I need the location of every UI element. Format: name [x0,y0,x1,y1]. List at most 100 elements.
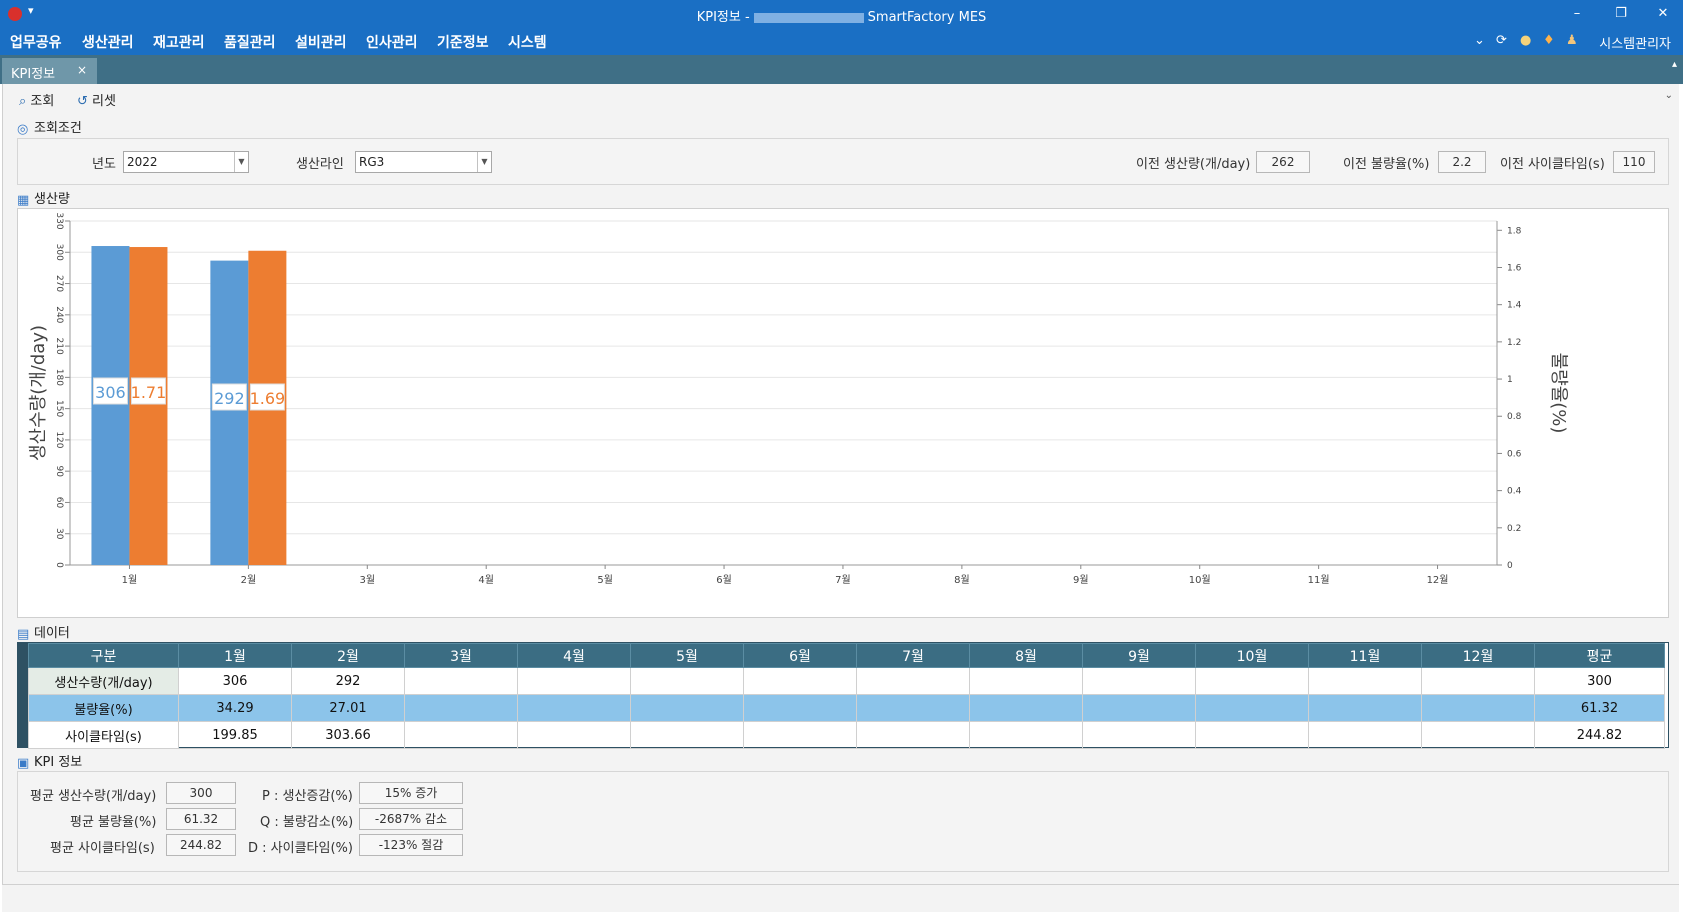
table-cell[interactable] [969,667,1083,695]
table-cell[interactable] [743,667,857,695]
header-category[interactable]: 구분 [28,643,179,668]
table-cell[interactable]: 300 [1534,667,1665,695]
refresh-icon[interactable]: ⟳ [1496,33,1507,48]
y2-tick-label: 1.2 [1507,338,1521,348]
table-cell[interactable] [1195,721,1309,749]
menu-item-equipment[interactable]: 설비관리 [295,32,347,52]
tab-kpi-info[interactable]: KPI정보 × [2,58,97,84]
table-cell[interactable] [1421,721,1535,749]
reset-button[interactable]: ↺ 리셋 [77,90,116,109]
table-cell[interactable]: 292 [291,667,405,695]
tab-close-icon[interactable]: × [77,63,87,77]
table-row[interactable]: 사이클타임(s) 199.85 303.66 244.82 [28,721,1665,749]
d-label: D : 사이클타임(%) [248,841,353,856]
info-icon: ▣ [17,756,30,771]
year-label: 년도 [92,157,116,172]
table-cell[interactable] [856,667,970,695]
header-month[interactable]: 3월 [404,643,518,668]
table-cell[interactable] [404,721,518,749]
table-cell[interactable] [743,721,857,749]
table-cell[interactable]: 303.66 [291,721,405,749]
table-cell[interactable] [1421,667,1535,695]
table-cell[interactable] [630,694,744,722]
p-label: P : 생산증감(%) [262,789,353,804]
table-cell[interactable] [517,721,631,749]
y2-axis-title: 불량율(%) [1548,353,1569,434]
table-cell[interactable]: 244.82 [1534,721,1665,749]
production-bar [210,260,249,565]
table-cell[interactable] [969,694,1083,722]
restore-button[interactable]: ❐ [1606,3,1636,25]
cycle-time-row-label[interactable]: 사이클타임(s) [28,721,179,749]
table-cell[interactable] [404,694,518,722]
header-month[interactable]: 5월 [630,643,744,668]
table-cell[interactable]: 61.32 [1534,694,1665,722]
menu-item-system[interactable]: 시스템 [508,32,547,52]
header-month[interactable]: 1월 [178,643,292,668]
table-cell[interactable]: 27.01 [291,694,405,722]
avg-cycle-label: 평균 사이클타임(s) [50,841,155,856]
line-select[interactable]: RG3 ▼ [355,151,492,173]
table-cell[interactable] [856,721,970,749]
menu-item-quality[interactable]: 품질관리 [224,32,276,52]
table-cell[interactable]: 199.85 [178,721,292,749]
table-row[interactable]: 생산수량(개/day) 306 292 300 [28,667,1665,695]
header-month[interactable]: 10월 [1195,643,1309,668]
table-cell[interactable] [1195,667,1309,695]
table-cell[interactable] [1082,694,1196,722]
collapse-chevron-icon[interactable]: ⌄ [1665,90,1673,101]
search-button-label: 조회 [30,94,55,109]
table-cell[interactable] [1082,667,1196,695]
table-cell[interactable] [743,694,857,722]
table-cell[interactable] [630,667,744,695]
table-cell[interactable] [1308,694,1422,722]
line-value: RG3 [359,155,385,169]
minimize-button[interactable]: – [1562,3,1592,25]
y-tick-label: 210 [54,337,64,354]
header-month[interactable]: 2월 [291,643,405,668]
header-month[interactable]: 11월 [1308,643,1422,668]
table-cell[interactable] [1082,721,1196,749]
table-cell[interactable]: 34.29 [178,694,292,722]
header-month[interactable]: 12월 [1421,643,1535,668]
chevron-down-icon[interactable]: ▼ [477,152,491,172]
data-label: 1.71 [131,383,167,402]
menu-item-master-data[interactable]: 기준정보 [437,32,489,52]
table-row[interactable]: 불량율(%) 34.29 27.01 61.32 [28,694,1665,722]
table-cell[interactable] [1421,694,1535,722]
tab-scroll-icon[interactable]: ▴ [1672,59,1677,70]
y2-tick-label: 1.6 [1507,263,1522,273]
menu-item-production[interactable]: 생산관리 [82,32,134,52]
menu-item-work-share[interactable]: 업무공유 [10,32,62,52]
database-icon[interactable]: ● [1520,33,1531,48]
defect-rate-row-label[interactable]: 불량율(%) [28,694,179,722]
header-average[interactable]: 평균 [1534,643,1665,668]
chevron-down-icon[interactable]: ▼ [234,152,248,172]
conditions-panel: 년도 2022 ▼ 생산라인 RG3 ▼ 이전 생산량(개/day) 262 이… [17,138,1669,185]
bell-icon[interactable]: ♦ [1543,33,1555,48]
search-button[interactable]: ⌕ 조회 [19,90,54,109]
header-month[interactable]: 4월 [517,643,631,668]
table-cell[interactable] [1308,721,1422,749]
table-cell[interactable] [404,667,518,695]
user-icon: ♟ [1566,33,1578,48]
user-name[interactable]: 시스템관리자 [1599,33,1671,52]
table-cell[interactable] [517,694,631,722]
header-month[interactable]: 7월 [856,643,970,668]
table-cell[interactable] [630,721,744,749]
header-month[interactable]: 8월 [969,643,1083,668]
table-cell[interactable] [856,694,970,722]
chevron-down-icon[interactable]: ⌄ [1474,33,1485,48]
menu-item-inventory[interactable]: 재고관리 [153,32,205,52]
header-month[interactable]: 9월 [1082,643,1196,668]
table-cell[interactable] [1308,667,1422,695]
close-button[interactable]: ✕ [1648,3,1678,25]
production-row-label[interactable]: 생산수량(개/day) [28,667,179,695]
year-select[interactable]: 2022 ▼ [123,151,249,173]
table-cell[interactable] [1195,694,1309,722]
table-cell[interactable] [969,721,1083,749]
table-cell[interactable]: 306 [178,667,292,695]
menu-item-hr[interactable]: 인사관리 [366,32,418,52]
table-cell[interactable] [517,667,631,695]
header-month[interactable]: 6월 [743,643,857,668]
